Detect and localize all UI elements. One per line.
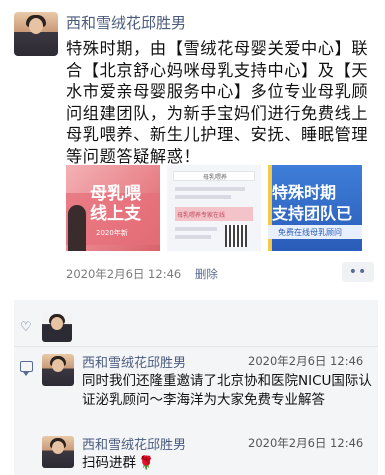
comment-text[interactable]: 同时我们还隆重邀请了北京协和医院NICU国际认证泌乳顾问～李海洋为大家免费专业解… bbox=[82, 372, 372, 410]
post-images: 母乳喂 线上支 2020年新 母乳喂养 母乳喂养专家在线 特殊时期 支持团队已 … bbox=[66, 165, 362, 251]
delete-link[interactable]: 删除 bbox=[195, 267, 218, 281]
image-1-line3: 2020年新 bbox=[96, 229, 128, 237]
qr-code-icon bbox=[225, 225, 247, 247]
interaction-panel: ♡ 西和雪绒花邱胜男 2020年2月6日 12:46 同时我们还隆重邀请了北京协… bbox=[14, 300, 378, 475]
post-image-3[interactable]: 特殊时期 支持团队已 免费在线母乳顾问 bbox=[268, 165, 362, 251]
image-2-header: 母乳喂养 bbox=[203, 174, 228, 181]
comment-author[interactable]: 西和雪绒花邱胜男 bbox=[82, 352, 186, 371]
image-1-line2: 线上支 bbox=[90, 204, 141, 224]
comment-author[interactable]: 西和雪绒花邱胜男 bbox=[82, 434, 186, 453]
image-2-banner: 母乳喂养专家在线 bbox=[177, 212, 226, 219]
comment-icon bbox=[20, 361, 33, 376]
rose-icon: 🌹 bbox=[138, 456, 155, 471]
comment-avatar[interactable] bbox=[42, 436, 74, 468]
more-actions-button[interactable]: •• bbox=[342, 262, 374, 282]
post-timestamp: 2020年2月6日 12:46 bbox=[66, 267, 182, 281]
post-meta: 2020年2月6日 12:46 删除 bbox=[66, 266, 218, 282]
image-3-line3: 免费在线母乳顾问 bbox=[278, 228, 342, 237]
poster-name[interactable]: 西和雪绒花邱胜男 bbox=[66, 12, 186, 33]
like-avatar[interactable] bbox=[42, 312, 72, 342]
more-dots-icon: •• bbox=[348, 264, 368, 280]
heart-icon: ♡ bbox=[20, 320, 32, 335]
panel-divider bbox=[14, 346, 378, 347]
person-figure bbox=[68, 205, 86, 251]
comment-text[interactable]: 扫码进群 🌹 bbox=[82, 454, 372, 473]
post-image-1[interactable]: 母乳喂 线上支 2020年新 bbox=[66, 165, 160, 251]
poster-avatar[interactable] bbox=[14, 12, 58, 56]
comment-time: 2020年2月6日 12:46 bbox=[248, 436, 364, 450]
post-image-2[interactable]: 母乳喂养 母乳喂养专家在线 bbox=[167, 165, 261, 251]
image-3-line2: 支持团队已 bbox=[272, 204, 353, 223]
post-text: 特殊时期，由【雪绒花母婴关爱中心】联合【北京舒心妈咪母乳支持中心】及【天水市爱亲… bbox=[66, 39, 369, 166]
comment-text-content: 扫码进群 bbox=[82, 455, 136, 471]
comment-avatar[interactable] bbox=[42, 354, 74, 386]
comment-time: 2020年2月6日 12:46 bbox=[248, 354, 364, 368]
